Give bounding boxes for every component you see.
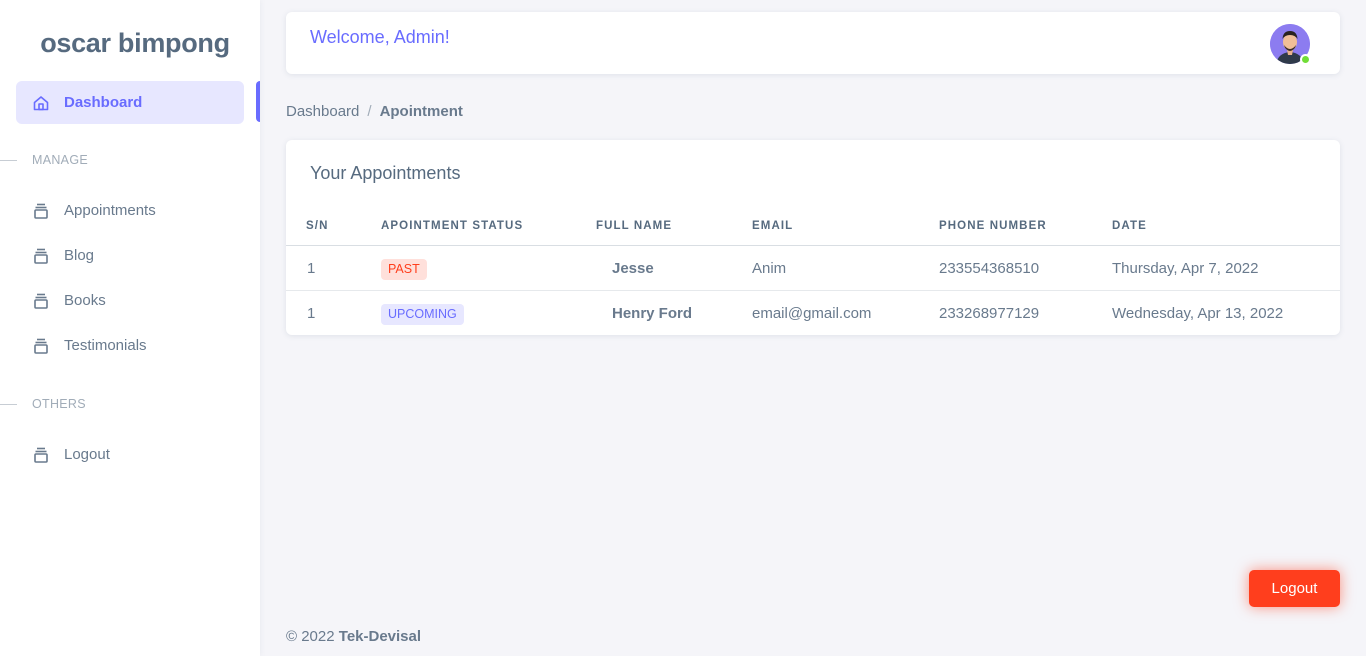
row-email: email@gmail.com (752, 305, 872, 322)
breadcrumb-item-dashboard[interactable]: Dashboard (286, 103, 359, 120)
status-badge: PAST (381, 259, 427, 280)
column-header-sn: S/N (306, 220, 329, 232)
footer: © 2022 Tek-Devisal (286, 628, 421, 645)
row-date: Thursday, Apr 7, 2022 (1112, 260, 1259, 277)
sidebar: oscar bimpong Dashboard MANAGE Appointme… (0, 0, 260, 656)
column-header-phone: PHONE NUMBER (939, 220, 1047, 232)
sidebar-item-label: Books (64, 292, 106, 309)
sidebar-item-label: Dashboard (64, 94, 143, 111)
sidebar-item-testimonials[interactable]: Testimonials (16, 324, 244, 367)
menu-header-manage: MANAGE (0, 150, 88, 170)
row-full-name: Henry Ford (612, 305, 693, 322)
online-status-icon (1300, 54, 1311, 65)
sidebar-item-label: Testimonials (64, 337, 147, 354)
active-indicator (256, 81, 260, 122)
row-sn: 1 (307, 305, 316, 322)
stack-icon (32, 292, 50, 310)
row-sn: 1 (307, 260, 316, 277)
sidebar-item-blog[interactable]: Blog (16, 234, 244, 277)
stack-icon (32, 446, 50, 464)
sidebar-item-dashboard[interactable]: Dashboard (16, 81, 244, 124)
logout-button[interactable]: Logout (1249, 570, 1340, 607)
row-date: Wednesday, Apr 13, 2022 (1112, 305, 1284, 322)
sidebar-item-label: Blog (64, 247, 95, 264)
menu-header-others: OTHERS (0, 394, 86, 414)
breadcrumb-current: Apointment (379, 103, 463, 120)
column-header-date: DATE (1112, 220, 1147, 232)
sidebar-item-label: Logout (64, 446, 110, 463)
row-divider (286, 290, 1340, 291)
welcome-message: Welcome, Admin! (310, 27, 450, 47)
card-title: Your Appointments (310, 163, 461, 183)
avatar[interactable] (1270, 24, 1311, 65)
column-header-full-name: FULL NAME (596, 220, 673, 232)
row-email: Anim (752, 260, 787, 277)
home-icon (32, 94, 50, 112)
column-header-email: EMAIL (752, 220, 794, 232)
sidebar-item-label: Appointments (64, 202, 156, 219)
row-full-name: Jesse (612, 260, 654, 277)
sidebar-item-logout[interactable]: Logout (16, 433, 244, 476)
footer-owner-link[interactable]: Tek-Devisal (339, 628, 421, 645)
top-navbar: Welcome, Admin! (286, 12, 1340, 74)
column-header-status: APOINTMENT STATUS (381, 220, 524, 232)
stack-icon (32, 247, 50, 265)
row-phone: 233554368510 (939, 260, 1040, 277)
status-badge: UPCOMING (381, 304, 464, 325)
breadcrumb-separator: / (367, 103, 372, 120)
footer-copyright: © 2022 (286, 628, 335, 645)
stack-icon (32, 202, 50, 220)
row-phone: 233268977129 (939, 305, 1040, 322)
table-header-divider (286, 245, 1340, 246)
brand-logo[interactable]: oscar bimpong (0, 28, 270, 59)
sidebar-item-books[interactable]: Books (16, 279, 244, 322)
stack-icon (32, 337, 50, 355)
sidebar-item-appointments[interactable]: Appointments (16, 189, 244, 232)
appointments-card: Your Appointments S/N APOINTMENT STATUS … (286, 140, 1340, 335)
breadcrumb: Dashboard / Apointment (286, 103, 463, 120)
